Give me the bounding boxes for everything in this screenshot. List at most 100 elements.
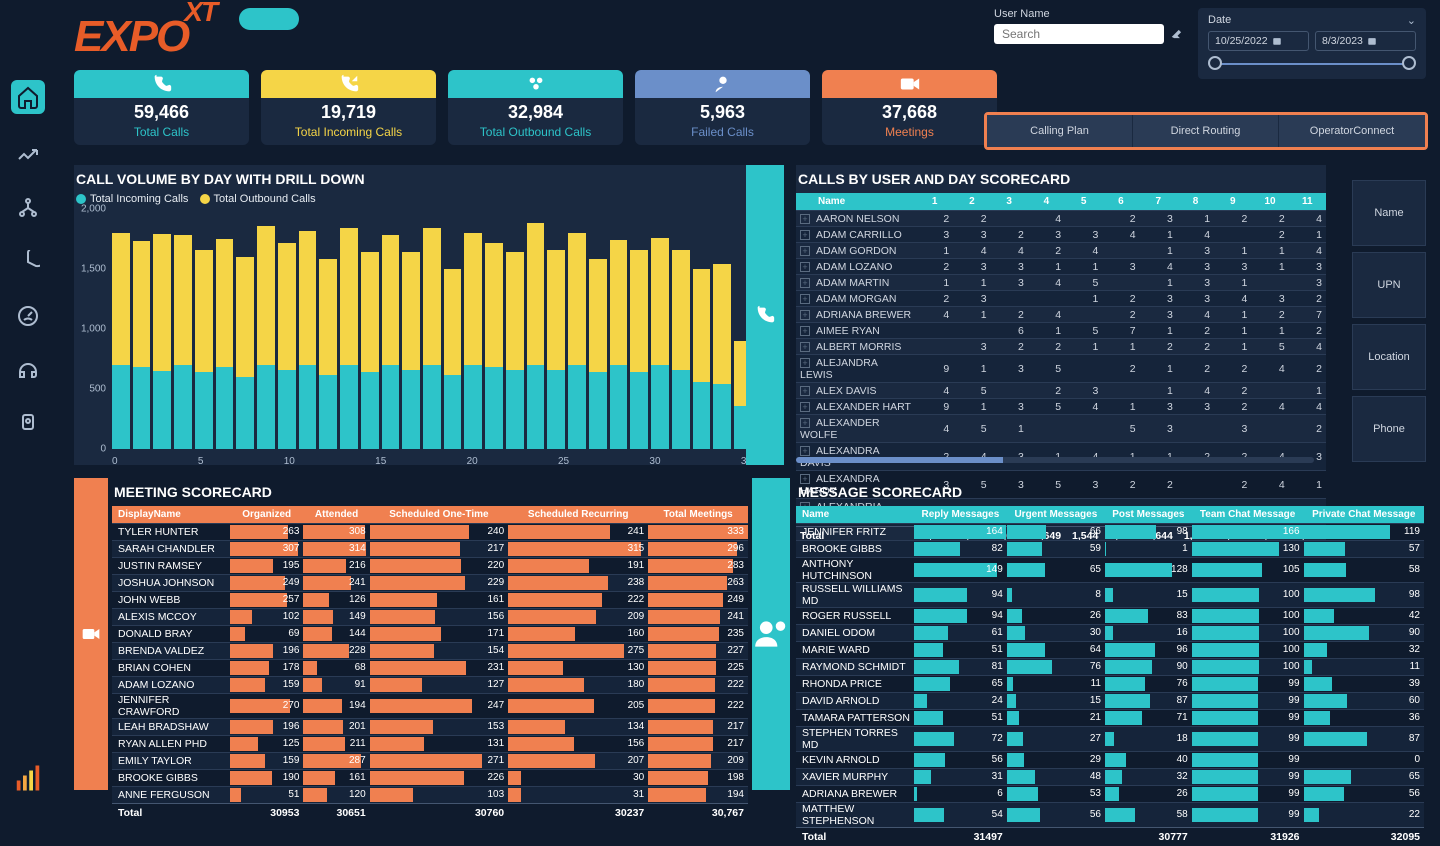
- table-row[interactable]: LEAH BRADSHAW196201153134217: [112, 719, 748, 736]
- nav-headset[interactable]: [14, 356, 42, 384]
- table-row[interactable]: +ALEJANDRA LEWIS9135212242: [796, 355, 1326, 383]
- table-row[interactable]: KEVIN ARNOLD562940990: [796, 752, 1424, 769]
- table-row[interactable]: RHONDA PRICE6511769939: [796, 676, 1424, 693]
- chart-bar[interactable]: [340, 209, 358, 449]
- nav-trend[interactable]: [14, 140, 42, 168]
- chart-bar[interactable]: [672, 209, 690, 449]
- chart-bar[interactable]: [278, 209, 296, 449]
- table-row[interactable]: JUSTIN RAMSEY195216220191283: [112, 558, 748, 575]
- dimension-tab[interactable]: Name: [1352, 180, 1426, 246]
- table-row[interactable]: +AARON NELSON224231224: [796, 211, 1326, 227]
- chart-bar[interactable]: [713, 209, 731, 449]
- date-slider[interactable]: [1208, 59, 1416, 69]
- table-row[interactable]: ANTHONY HUTCHINSON1496512810558: [796, 558, 1424, 583]
- chart-bar[interactable]: [216, 209, 234, 449]
- horizontal-scrollbar[interactable]: [796, 457, 1314, 463]
- table-row[interactable]: RYAN ALLEN PHD125211131156217: [112, 736, 748, 753]
- table-row[interactable]: DANIEL ODOM61301610090: [796, 625, 1424, 642]
- chart-bar[interactable]: [174, 209, 192, 449]
- table-row[interactable]: MATTHEW STEPHENSON5456589922: [796, 803, 1424, 828]
- metric-card[interactable]: 5,963Failed Calls: [635, 70, 810, 145]
- chart-bar[interactable]: [444, 209, 462, 449]
- search-input-wrap[interactable]: [994, 24, 1164, 44]
- table-row[interactable]: BRENDA VALDEZ196228154275227: [112, 643, 748, 660]
- chart-bar[interactable]: [319, 209, 337, 449]
- chart-bar[interactable]: [133, 209, 151, 449]
- table-row[interactable]: JENNIFER FRITZ1646698166119: [796, 524, 1424, 541]
- chevron-down-icon[interactable]: ⌄: [1407, 14, 1416, 27]
- route-tab[interactable]: OperatorConnect: [1279, 115, 1425, 147]
- dimension-tab[interactable]: Phone: [1352, 396, 1426, 462]
- table-row[interactable]: TYLER HUNTER263308240241333: [112, 524, 748, 541]
- table-row[interactable]: DONALD BRAY69144171160235: [112, 626, 748, 643]
- chart-bar[interactable]: [423, 209, 441, 449]
- metric-card[interactable]: 37,668Meetings: [822, 70, 997, 145]
- table-row[interactable]: STEPHEN TORRES MD7227189987: [796, 727, 1424, 752]
- table-row[interactable]: +ADAM MORGAN231233432: [796, 291, 1326, 307]
- date-to-input[interactable]: 8/3/2023: [1315, 31, 1416, 51]
- nav-home[interactable]: [11, 80, 45, 114]
- chart-bar[interactable]: [651, 209, 669, 449]
- table-row[interactable]: +ALEXANDER WOLFE4515332: [796, 415, 1326, 443]
- table-row[interactable]: +ADAM LOZANO23311343313: [796, 259, 1326, 275]
- table-row[interactable]: ALEXIS MCCOY102149156209241: [112, 609, 748, 626]
- chart-bar[interactable]: [153, 209, 171, 449]
- chart-bar[interactable]: [299, 209, 317, 449]
- chart-bar[interactable]: [464, 209, 482, 449]
- route-tab[interactable]: Direct Routing: [1133, 115, 1279, 147]
- table-row[interactable]: +AIMEE RYAN615712112: [796, 323, 1326, 339]
- chart-bar[interactable]: [506, 209, 524, 449]
- chart-bar[interactable]: [630, 209, 648, 449]
- table-row[interactable]: EMILY TAYLOR159287271207209: [112, 753, 748, 770]
- table-row[interactable]: ROGER RUSSELL94268310042: [796, 608, 1424, 625]
- table-row[interactable]: SARAH CHANDLER307314217315296: [112, 541, 748, 558]
- chart-bar[interactable]: [361, 209, 379, 449]
- search-input[interactable]: [1002, 27, 1157, 41]
- table-row[interactable]: RAYMOND SCHMIDT81769010011: [796, 659, 1424, 676]
- table-row[interactable]: +ALBERT MORRIS3221122154: [796, 339, 1326, 355]
- table-row[interactable]: XAVIER MURPHY3148329965: [796, 769, 1424, 786]
- nav-gauge[interactable]: [14, 302, 42, 330]
- table-row[interactable]: +ADRIANA BREWER4124234127: [796, 307, 1326, 323]
- table-row[interactable]: JOHN WEBB257126161222249: [112, 592, 748, 609]
- table-row[interactable]: BROOKE GIBBS8259113057: [796, 541, 1424, 558]
- table-row[interactable]: +ADAM MARTIN113451313: [796, 275, 1326, 291]
- nav-agent[interactable]: [14, 410, 42, 438]
- table-row[interactable]: ADAM LOZANO15991127180222: [112, 677, 748, 694]
- table-row[interactable]: JENNIFER CRAWFORD270194247205222: [112, 694, 748, 719]
- message-tab-icon[interactable]: [752, 478, 790, 790]
- chart-bar[interactable]: [382, 209, 400, 449]
- chart-bar[interactable]: [236, 209, 254, 449]
- table-row[interactable]: RUSSELL WILLIAMS MD9481510098: [796, 583, 1424, 608]
- chart-bar[interactable]: [402, 209, 420, 449]
- phone-tab-icon[interactable]: [746, 165, 784, 465]
- metric-card[interactable]: 19,719Total Incoming Calls: [261, 70, 436, 145]
- date-from-input[interactable]: 10/25/2022: [1208, 31, 1309, 51]
- table-row[interactable]: ANNE FERGUSON5112010331194: [112, 787, 748, 804]
- table-row[interactable]: +ADAM GORDON1442413114: [796, 243, 1326, 259]
- chart-bar[interactable]: [693, 209, 711, 449]
- route-tab[interactable]: Calling Plan: [987, 115, 1133, 147]
- nav-pie[interactable]: [14, 248, 42, 276]
- table-row[interactable]: +ADAM CARRILLO3323341421: [796, 227, 1326, 243]
- table-row[interactable]: BROOKE GIBBS19016122630198: [112, 770, 748, 787]
- chart-bar[interactable]: [610, 209, 628, 449]
- chart-bar[interactable]: [485, 209, 503, 449]
- chart-bar[interactable]: [112, 209, 130, 449]
- table-row[interactable]: BRIAN COHEN17868231130225: [112, 660, 748, 677]
- table-row[interactable]: +ALEXANDER HART91354133244: [796, 399, 1326, 415]
- metric-card[interactable]: 32,984Total Outbound Calls: [448, 70, 623, 145]
- chart-bar[interactable]: [257, 209, 275, 449]
- table-row[interactable]: JOSHUA JOHNSON249241229238263: [112, 575, 748, 592]
- meeting-tab-icon[interactable]: [74, 478, 108, 790]
- dimension-tab[interactable]: Location: [1352, 324, 1426, 390]
- table-row[interactable]: TAMARA PATTERSON5121719936: [796, 710, 1424, 727]
- table-row[interactable]: DAVID ARNOLD2415879960: [796, 693, 1424, 710]
- chart-bar[interactable]: [195, 209, 213, 449]
- chart-bar[interactable]: [527, 209, 545, 449]
- chart-bar[interactable]: [568, 209, 586, 449]
- chart-bar[interactable]: [589, 209, 607, 449]
- table-row[interactable]: MARIE WARD51649610032: [796, 642, 1424, 659]
- nav-hierarchy[interactable]: [14, 194, 42, 222]
- clear-filter-icon[interactable]: [1170, 27, 1184, 41]
